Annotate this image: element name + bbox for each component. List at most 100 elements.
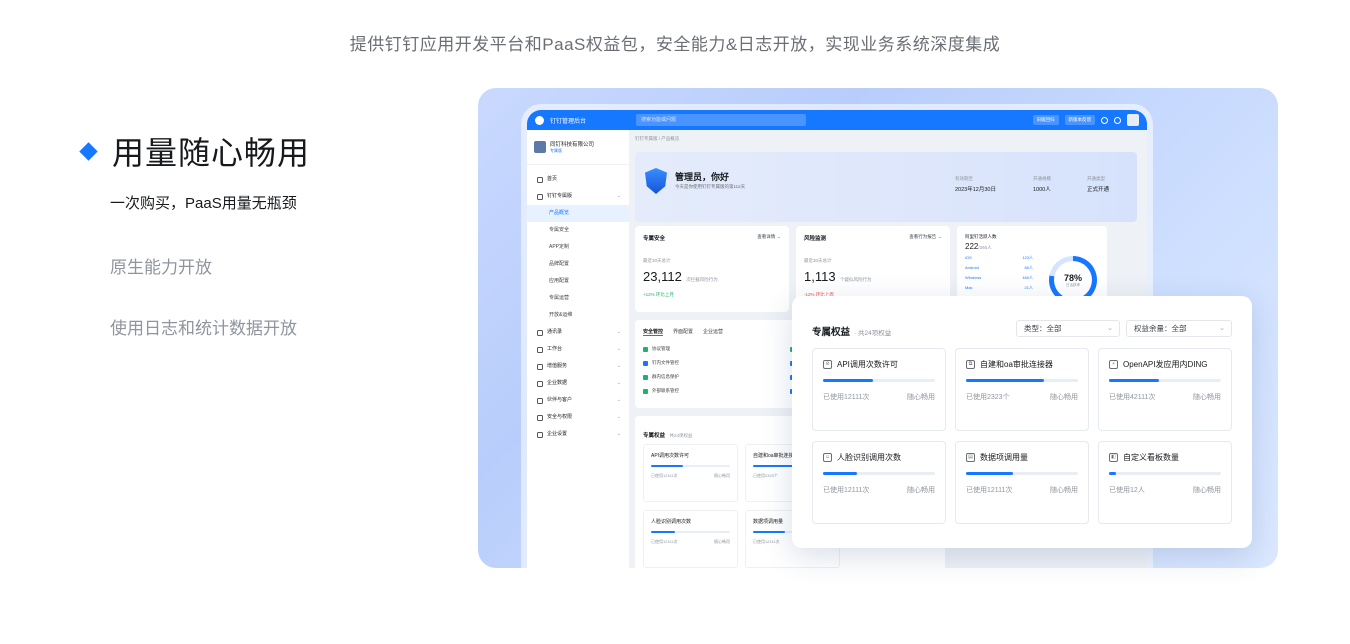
feature-item-logs[interactable]: 使用日志和统计数据开放	[110, 314, 420, 339]
mini-benefit-card[interactable]: API调用次数许可 已使用12111次 随心畅用	[643, 444, 738, 502]
feature-grid-item[interactable]: 群内信息保护	[643, 374, 790, 380]
active-title: 阿里钉活跃人数	[965, 234, 997, 239]
progress-fill	[651, 531, 675, 533]
mini-benefit-card[interactable]: 人脸识别调用次数 已使用12111次 随心畅用	[643, 510, 738, 568]
usage-progress-bar	[966, 472, 1078, 475]
feature-icon	[643, 360, 648, 366]
sidebar-item-label: 专属运营	[549, 295, 570, 301]
help-icon[interactable]	[1101, 116, 1108, 124]
sidebar-item-label: 安全与权限	[547, 414, 573, 420]
security-title: 专属安全	[643, 236, 666, 242]
os-name: Android	[965, 265, 979, 270]
sidebar-item[interactable]: 开放&运维	[527, 307, 629, 324]
security-detail-link[interactable]: 查看详情 →	[757, 234, 781, 242]
remaining-select-label: 权益余量：	[1134, 324, 1172, 333]
org-switcher[interactable]: 同钉科技有限公司 专属版	[527, 136, 629, 165]
sidebar-item[interactable]: 企业设置 ⌄	[527, 426, 629, 443]
benefit-tag: 随心畅用	[1193, 487, 1221, 494]
benefit-card[interactable]: ▤ 数据项调用量 已使用12111次 随心畅用	[955, 441, 1089, 524]
avatar[interactable]	[1127, 114, 1139, 126]
benefit-card[interactable]: ⧉ 自建和oa审批连接器 已使用2323个 随心畅用	[955, 348, 1089, 431]
org-name: 同钉科技有限公司	[550, 142, 595, 148]
usage-progress-fill	[966, 379, 1045, 382]
feature-label: 协议管理	[652, 346, 670, 351]
remaining-select-value: 全部	[1171, 324, 1187, 333]
remaining-select[interactable]: 权益余量：全部 ⌄	[1126, 320, 1232, 337]
sidebar-item[interactable]: 企业数据 ⌄	[527, 375, 629, 392]
chevron-down-icon: ⌄	[1219, 325, 1225, 332]
console-topbar: 钉钉管理后台 搜索功能或问题 旧版回归 新版本反馈	[527, 110, 1147, 130]
sidebar-item[interactable]: 通讯录 ⌄	[527, 324, 629, 341]
benefit-title-row: ⊘ API调用次数许可	[823, 359, 898, 370]
sidebar-item[interactable]: APP定制	[527, 239, 629, 256]
usage-progress-bar	[966, 379, 1078, 382]
feature-description: 一次购买，PaaS用量无瓶颈	[110, 195, 297, 212]
welcome-banner: 管理员，你好 今天是你使用钉钉专属版的第112天 有效期至 2023年12月30…	[635, 152, 1137, 222]
benefit-usage: 已使用12111次	[823, 487, 870, 494]
feature-main[interactable]: 用量随心畅用	[79, 128, 420, 174]
nav-icon	[537, 346, 543, 353]
sidebar-item-label: APP定制	[549, 244, 570, 250]
benefits-count: · 共24项权益	[854, 330, 892, 337]
risk-title: 风险监测	[804, 236, 827, 242]
benefit-tag: 随心畅用	[907, 487, 935, 494]
sidebar-item[interactable]: 产品概览	[527, 205, 629, 222]
benefit-card[interactable]: ⊘ API调用次数许可 已使用12111次 随心畅用	[812, 348, 946, 431]
usage-progress-fill	[966, 472, 1014, 475]
dingtalk-logo-icon	[535, 115, 544, 125]
stat-value: 2023年12月30日	[955, 187, 996, 193]
os-row: iOS 123人	[965, 255, 1033, 261]
os-name: iOS	[965, 255, 972, 260]
feature-grid-item[interactable]: 协议管理	[643, 346, 790, 352]
sidebar-item[interactable]: 应用配置	[527, 273, 629, 290]
security-card[interactable]: 专属安全 查看详情 → 最近30天总计 23,112 次拦截风险行为 +12% …	[635, 226, 789, 312]
welcome-subtitle: 今天是你使用钉钉专属版的第112天	[675, 184, 746, 189]
os-count: 80人	[1024, 265, 1033, 270]
chevron-down-icon: ⌄	[616, 193, 621, 199]
ding-icon: ⚡	[1109, 360, 1118, 369]
sidebar-item[interactable]: 专属安全	[527, 222, 629, 239]
feature-label: 钉内文件管控	[652, 360, 679, 365]
benefit-card[interactable]: ⚡ OpenAPI发应用内DING 已使用42111次 随心畅用	[1098, 348, 1232, 431]
risk-value: 1,113	[804, 269, 836, 284]
benefit-usage: 已使用12人	[1109, 487, 1145, 494]
sidebar-item[interactable]: 增值服务 ⌄	[527, 358, 629, 375]
sidebar-item[interactable]: 首页	[527, 171, 629, 188]
tab-operation[interactable]: 企业运营	[703, 328, 723, 336]
risk-report-link[interactable]: 查看行为报告 →	[909, 234, 942, 242]
sidebar-item-label: 企业数据	[547, 380, 568, 386]
type-select-label: 类型：	[1024, 324, 1047, 333]
sidebar-item[interactable]: 专属运营	[527, 290, 629, 307]
feature-label: 外部联系管控	[652, 388, 679, 393]
sidebar-item[interactable]: 工作台 ⌄	[527, 341, 629, 358]
sidebar-item[interactable]: 品牌配置	[527, 256, 629, 273]
mini-benefits-count: 共24项权益	[669, 433, 693, 438]
mini-benefit-tag: 随心畅用	[714, 473, 730, 478]
old-version-button[interactable]: 旧版回归	[1032, 115, 1059, 125]
tab-interface[interactable]: 界面配置	[673, 328, 693, 336]
mini-benefit-used: 已使用12111次	[651, 473, 678, 478]
type-select[interactable]: 类型：全部 ⌄	[1016, 320, 1120, 337]
sidebar-item[interactable]: 钉钉专属版 ⌄	[527, 188, 629, 205]
console-search-input[interactable]: 搜索功能或问题	[636, 114, 806, 126]
os-name: Mac	[965, 285, 973, 290]
mini-benefit-used: 已使用12111次	[753, 539, 780, 544]
feature-grid-item[interactable]: 钉内文件管控	[643, 360, 790, 366]
mini-benefit-footer: 已使用12111次 随心畅用	[651, 473, 730, 479]
tab-security[interactable]: 安全管控	[643, 328, 664, 336]
sidebar-item-label: 伙伴与客户	[547, 397, 573, 403]
benefit-card[interactable]: ☺ 人脸识别调用次数 已使用12111次 随心畅用	[812, 441, 946, 524]
feature-grid-item[interactable]: 外部联系管控	[643, 388, 790, 394]
benefit-title-row: ⚡ OpenAPI发应用内DING	[1109, 359, 1207, 370]
feedback-button[interactable]: 新版本反馈	[1064, 115, 1095, 125]
benefit-card[interactable]: ◧ 自定义看板数量 已使用12人 随心畅用	[1098, 441, 1232, 524]
benefits-heading: 专属权益 · 共24项权益	[812, 324, 891, 338]
refresh-icon[interactable]	[1114, 116, 1121, 124]
pie-value: 78%	[1063, 273, 1082, 283]
feature-item-native[interactable]: 原生能力开放	[110, 253, 420, 278]
benefit-title: 数据项调用量	[980, 453, 1028, 462]
mini-benefits-title: 专属权益	[643, 433, 666, 439]
sidebar-item[interactable]: 安全与权限 ⌄	[527, 409, 629, 426]
stat-value: 正式开通	[1087, 187, 1110, 193]
sidebar-item[interactable]: 伙伴与客户 ⌄	[527, 392, 629, 409]
